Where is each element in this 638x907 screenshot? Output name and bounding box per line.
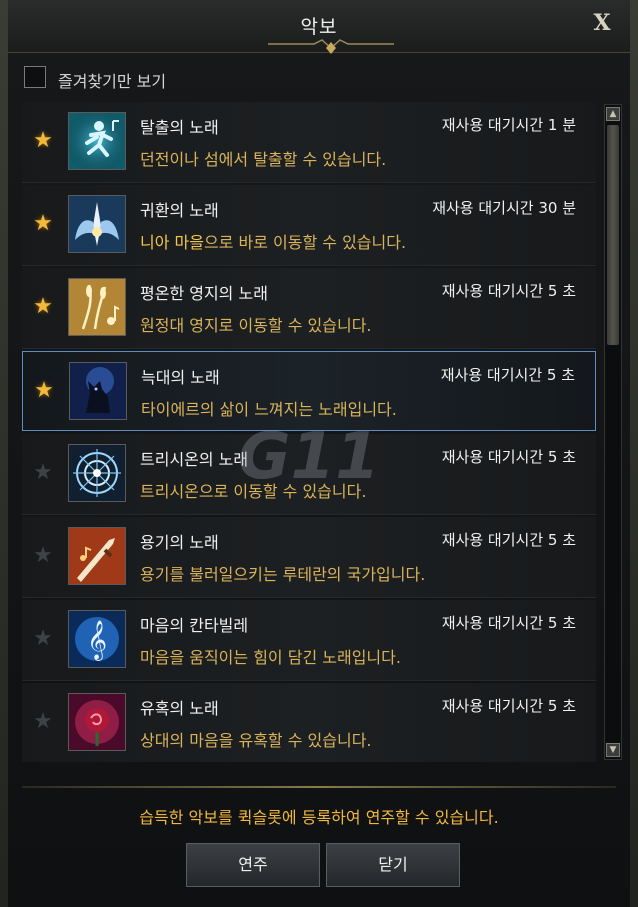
favorite-star-icon[interactable]: ★ xyxy=(32,462,54,484)
favorite-star-icon[interactable]: ★ xyxy=(32,130,54,152)
close-button[interactable]: 닫기 xyxy=(326,843,460,887)
song-description: 원정대 영지로 이동할 수 있습니다. xyxy=(140,316,372,335)
song-cooldown: 재사용 대기시간 5 초 xyxy=(441,614,576,632)
window-frame-right xyxy=(630,0,638,907)
description-highlight: 니아 마을 xyxy=(140,233,204,252)
song-name: 유혹의 노래 xyxy=(140,699,219,718)
favorite-star-icon[interactable]: ★ xyxy=(32,296,54,318)
song-description: 상대의 마음을 유혹할 수 있습니다. xyxy=(140,731,372,750)
scroll-up-icon[interactable]: ▲ xyxy=(606,107,620,121)
song-name: 평온한 영지의 노래 xyxy=(140,284,268,303)
song-name: 용기의 노래 xyxy=(140,533,219,552)
title-ornament-icon xyxy=(268,39,394,54)
scroll-thumb[interactable] xyxy=(607,125,619,345)
song-book-window: 악보 X 즐겨찾기만 보기 ★ 탈출의 노래 재사용 대기시간 1 분 던전이나… xyxy=(0,0,638,907)
list-item[interactable]: ★ 𝄞 마음의 칸타빌레 재사용 대기시간 5 초 마음을 움직이는 힘이 담긴… xyxy=(22,600,596,681)
song-cooldown: 재사용 대기시간 5 초 xyxy=(441,531,576,549)
list-item[interactable]: ★ 귀환의 노래 재사용 대기시간 30 분 니아 마을으로 바로 이동할 수 … xyxy=(22,185,596,266)
list-item[interactable]: ★ 평온한 영지의 노래 재사용 대기시간 5 초 원정대 영지로 이동할 수 … xyxy=(22,268,596,349)
close-icon[interactable]: X xyxy=(590,10,614,36)
song-name: 탈출의 노래 xyxy=(140,118,219,137)
svg-text:𝄞: 𝄞 xyxy=(87,620,107,661)
song-description: 용기를 불러일으키는 루테란의 국가입니다. xyxy=(140,565,426,584)
sword-note-icon xyxy=(68,527,126,585)
wolf-icon xyxy=(69,362,127,420)
favorite-star-icon[interactable]: ★ xyxy=(33,380,55,402)
watermark-text: G11 xyxy=(238,420,380,488)
treble-clef-icon: 𝄞 xyxy=(68,610,126,668)
scrollbar[interactable]: ▲ ▼ xyxy=(604,104,622,760)
watermark-logo: G11 xyxy=(238,420,380,488)
window-title: 악보 xyxy=(300,16,338,38)
song-cooldown: 재사용 대기시간 5 초 xyxy=(440,366,575,384)
window-frame-left xyxy=(0,0,8,907)
song-cooldown: 재사용 대기시간 5 초 xyxy=(441,448,576,466)
song-description: 타이에르의 삶이 느껴지는 노래입니다. xyxy=(141,400,397,419)
scroll-down-icon[interactable]: ▼ xyxy=(606,743,620,757)
description-rest: 으로 바로 이동할 수 있습니다. xyxy=(203,233,407,252)
footer-hint: 습득한 악보를 퀵슬롯에 등록하여 연주할 수 있습니다. xyxy=(139,808,499,827)
favorites-label[interactable]: 즐겨찾기만 보기 xyxy=(58,68,166,92)
song-description: 니아 마을으로 바로 이동할 수 있습니다. xyxy=(140,229,406,253)
favorite-star-icon[interactable]: ★ xyxy=(32,545,54,567)
song-name: 귀환의 노래 xyxy=(140,201,219,220)
favorite-star-icon[interactable]: ★ xyxy=(32,213,54,235)
list-item[interactable]: ★ 유혹의 노래 재사용 대기시간 5 초 상대의 마음을 유혹할 수 있습니다… xyxy=(22,683,596,762)
rose-icon xyxy=(68,693,126,751)
favorite-star-icon[interactable]: ★ xyxy=(32,628,54,650)
song-name: 늑대의 노래 xyxy=(141,368,220,387)
song-description: 던전이나 섬에서 탈출할 수 있습니다. xyxy=(140,150,387,169)
song-description: 마음을 움직이는 힘이 담긴 노래입니다. xyxy=(140,648,401,667)
song-cooldown: 재사용 대기시간 1 분 xyxy=(441,116,576,134)
favorites-checkbox[interactable] xyxy=(24,66,46,88)
song-cooldown: 재사용 대기시간 5 초 xyxy=(441,282,576,300)
winged-return-icon xyxy=(68,195,126,253)
list-item[interactable]: ★ 탈출의 노래 재사용 대기시간 1 분 던전이나 섬에서 탈출할 수 있습니… xyxy=(22,102,596,183)
play-button[interactable]: 연주 xyxy=(186,843,320,887)
footer-divider xyxy=(22,786,616,788)
favorite-star-icon[interactable]: ★ xyxy=(32,711,54,733)
list-item[interactable]: ★ 용기의 노래 재사용 대기시간 5 초 용기를 불러일으키는 루테란의 국가… xyxy=(22,517,596,598)
portal-circle-icon xyxy=(68,444,126,502)
wheat-note-icon xyxy=(68,278,126,336)
title-bar[interactable]: 악보 X xyxy=(8,0,630,54)
song-name: 마음의 칸타빌레 xyxy=(140,616,249,635)
song-cooldown: 재사용 대기시간 5 초 xyxy=(441,697,576,715)
running-man-icon xyxy=(68,112,126,170)
song-cooldown: 재사용 대기시간 30 분 xyxy=(432,199,576,217)
